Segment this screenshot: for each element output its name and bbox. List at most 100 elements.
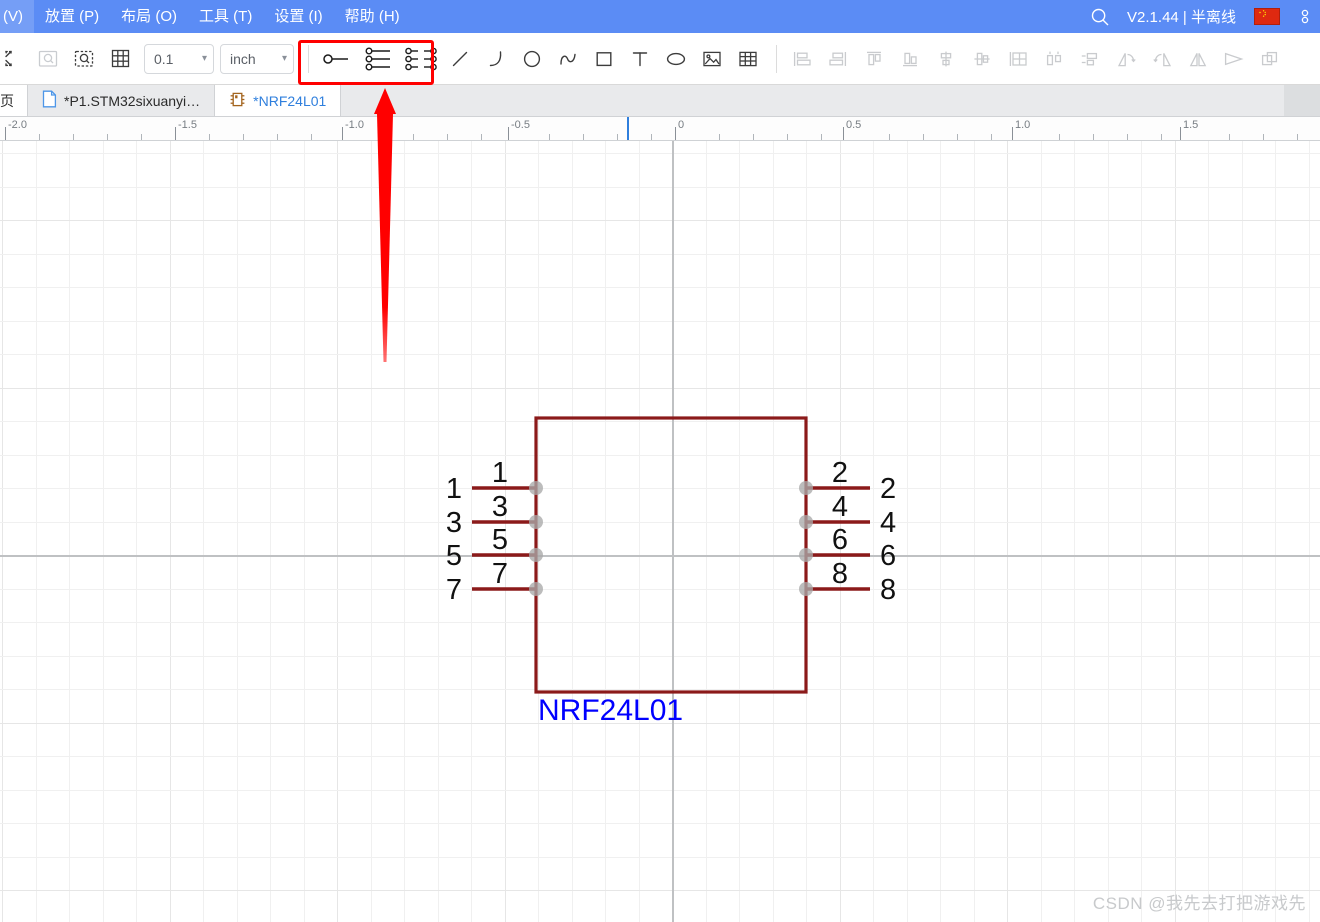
rectangle-icon[interactable]	[586, 41, 622, 77]
flip-horizontal-icon[interactable]	[1216, 41, 1252, 77]
ruler-minor-tick	[277, 134, 278, 140]
fit-screen-icon[interactable]	[0, 41, 30, 77]
version-label: V2.1.44 | 半离线	[1127, 9, 1236, 26]
align-bottom-icon[interactable]	[892, 41, 928, 77]
tab-schematic[interactable]: *P1.STM32sixuanyi…	[28, 85, 216, 116]
rotate-left-icon[interactable]	[1108, 41, 1144, 77]
curve-icon[interactable]	[550, 41, 586, 77]
pin-dot-left-1[interactable]	[529, 481, 543, 495]
symbol-name-label[interactable]: NRF24L01	[538, 694, 683, 727]
schematic-canvas[interactable]: 1 1 3 3 5 5 7 7 2 2 4 4 6 6 8 8 NRF24L01	[0, 141, 1320, 922]
pin-dot-left-7[interactable]	[529, 582, 543, 596]
ruler-minor-tick	[107, 134, 108, 140]
ruler-minor-tick	[39, 134, 40, 140]
table-icon[interactable]	[730, 41, 766, 77]
menu-settings[interactable]: 设置 (I)	[263, 0, 333, 33]
unit-select[interactable]: inch ▾	[220, 43, 294, 74]
ruler-minor-tick	[141, 134, 142, 140]
tab-overflow-area[interactable]	[1284, 85, 1320, 116]
pin-name-right-6: 6	[832, 524, 848, 556]
distribute-vertical-icon[interactable]	[1072, 41, 1108, 77]
pin-single-icon[interactable]	[316, 41, 358, 77]
pin-name-left-1: 1	[492, 457, 508, 489]
ruler-minor-tick	[1297, 134, 1298, 140]
menu-place[interactable]: 放置 (P)	[34, 0, 110, 33]
ruler-minor-tick	[991, 134, 992, 140]
ruler-label: 0.5	[846, 119, 862, 131]
chevron-down-icon: ▾	[281, 53, 287, 64]
text-icon[interactable]	[622, 41, 658, 77]
zoom-area-icon[interactable]	[66, 41, 102, 77]
rotate-right-icon[interactable]	[1144, 41, 1180, 77]
pin-name-right-2: 2	[832, 457, 848, 489]
menu-view[interactable]: (V)	[0, 0, 34, 33]
pin-dot-right-4[interactable]	[799, 515, 813, 529]
watermark: CSDN @我先去打把游戏先	[1092, 894, 1306, 913]
duplicate-icon[interactable]	[1252, 41, 1288, 77]
grid-icon[interactable]	[102, 41, 138, 77]
pin-dot-right-2[interactable]	[799, 481, 813, 495]
align-top-icon[interactable]	[856, 41, 892, 77]
more-menu-icon[interactable]	[1290, 0, 1320, 33]
align-center-vertical-icon[interactable]	[928, 41, 964, 77]
tab-home-label: 始页	[0, 92, 14, 109]
tab-home[interactable]: 始页	[0, 85, 28, 116]
pin-dot-left-3[interactable]	[529, 515, 543, 529]
menu-help[interactable]: 帮助 (H)	[334, 0, 411, 33]
symbol-body[interactable]	[534, 416, 808, 694]
distribute-grid-icon[interactable]	[1000, 41, 1036, 77]
pin-number-right-6: 6	[880, 540, 896, 572]
menu-layout[interactable]: 布局 (O)	[110, 0, 188, 33]
pin-name-left-5: 5	[492, 524, 508, 556]
ruler-label: -0.5	[511, 119, 530, 131]
ruler-major-tick	[1012, 127, 1013, 140]
pin-number-left-1: 1	[446, 473, 462, 505]
pin-number-left-7: 7	[446, 574, 462, 606]
ruler-cursor-marker	[627, 117, 629, 140]
pin-number-right-8: 8	[880, 574, 896, 606]
arc-icon[interactable]	[478, 41, 514, 77]
align-right-icon[interactable]	[820, 41, 856, 77]
menu-bar-right: V2.1.44 | 半离线	[1081, 0, 1320, 33]
tab-symbol[interactable]: *NRF24L01	[215, 85, 342, 116]
pin-dot-left-5[interactable]	[529, 548, 543, 562]
ruler-minor-tick	[73, 134, 74, 140]
ruler-major-tick	[675, 127, 676, 140]
ruler-major-tick	[1180, 127, 1181, 140]
ruler-major-tick	[508, 127, 509, 140]
ellipse-icon[interactable]	[658, 41, 694, 77]
ruler-minor-tick	[243, 134, 244, 140]
ruler-minor-tick	[923, 134, 924, 140]
line-icon[interactable]	[442, 41, 478, 77]
ruler-minor-tick	[787, 134, 788, 140]
pin-dual-array-icon[interactable]	[400, 41, 442, 77]
ruler-minor-tick	[583, 134, 584, 140]
pin-name-left-7: 7	[492, 558, 508, 590]
ruler-minor-tick	[617, 134, 618, 140]
zoom-out-icon[interactable]	[30, 41, 66, 77]
distribute-horizontal-icon[interactable]	[1036, 41, 1072, 77]
china-flag-icon[interactable]	[1254, 8, 1280, 25]
ruler-minor-tick	[753, 134, 754, 140]
chevron-down-icon: ▾	[201, 53, 207, 64]
ruler-minor-tick	[821, 134, 822, 140]
application-window: (V) 放置 (P) 布局 (O) 工具 (T) 设置 (I) 帮助 (H) V…	[0, 0, 1320, 922]
grid-size-select[interactable]: 0.1 ▾	[144, 43, 214, 74]
unit-value: inch	[230, 50, 256, 67]
flip-vertical-icon[interactable]	[1180, 41, 1216, 77]
align-left-icon[interactable]	[784, 41, 820, 77]
horizontal-ruler[interactable]: -2.0 -1.5 -1.0 -0.5 0 0.5 1.0 1.5	[0, 117, 1320, 141]
circle-icon[interactable]	[514, 41, 550, 77]
tab-bar: 始页 *P1.STM32sixuanyi… *NRF24L01	[0, 85, 1320, 117]
ruler-minor-tick	[311, 134, 312, 140]
search-icon[interactable]	[1081, 0, 1119, 33]
menu-tools[interactable]: 工具 (T)	[188, 0, 263, 33]
align-center-horizontal-icon[interactable]	[964, 41, 1000, 77]
image-icon[interactable]	[694, 41, 730, 77]
ruler-minor-tick	[447, 134, 448, 140]
pin-dot-right-8[interactable]	[799, 582, 813, 596]
ruler-minor-tick	[1127, 134, 1128, 140]
pin-dot-right-6[interactable]	[799, 548, 813, 562]
pin-array-icon[interactable]	[358, 41, 400, 77]
nrf24l01-symbol[interactable]: 11335577 2 24 46 68 8 NRF24L01	[0, 141, 1320, 922]
